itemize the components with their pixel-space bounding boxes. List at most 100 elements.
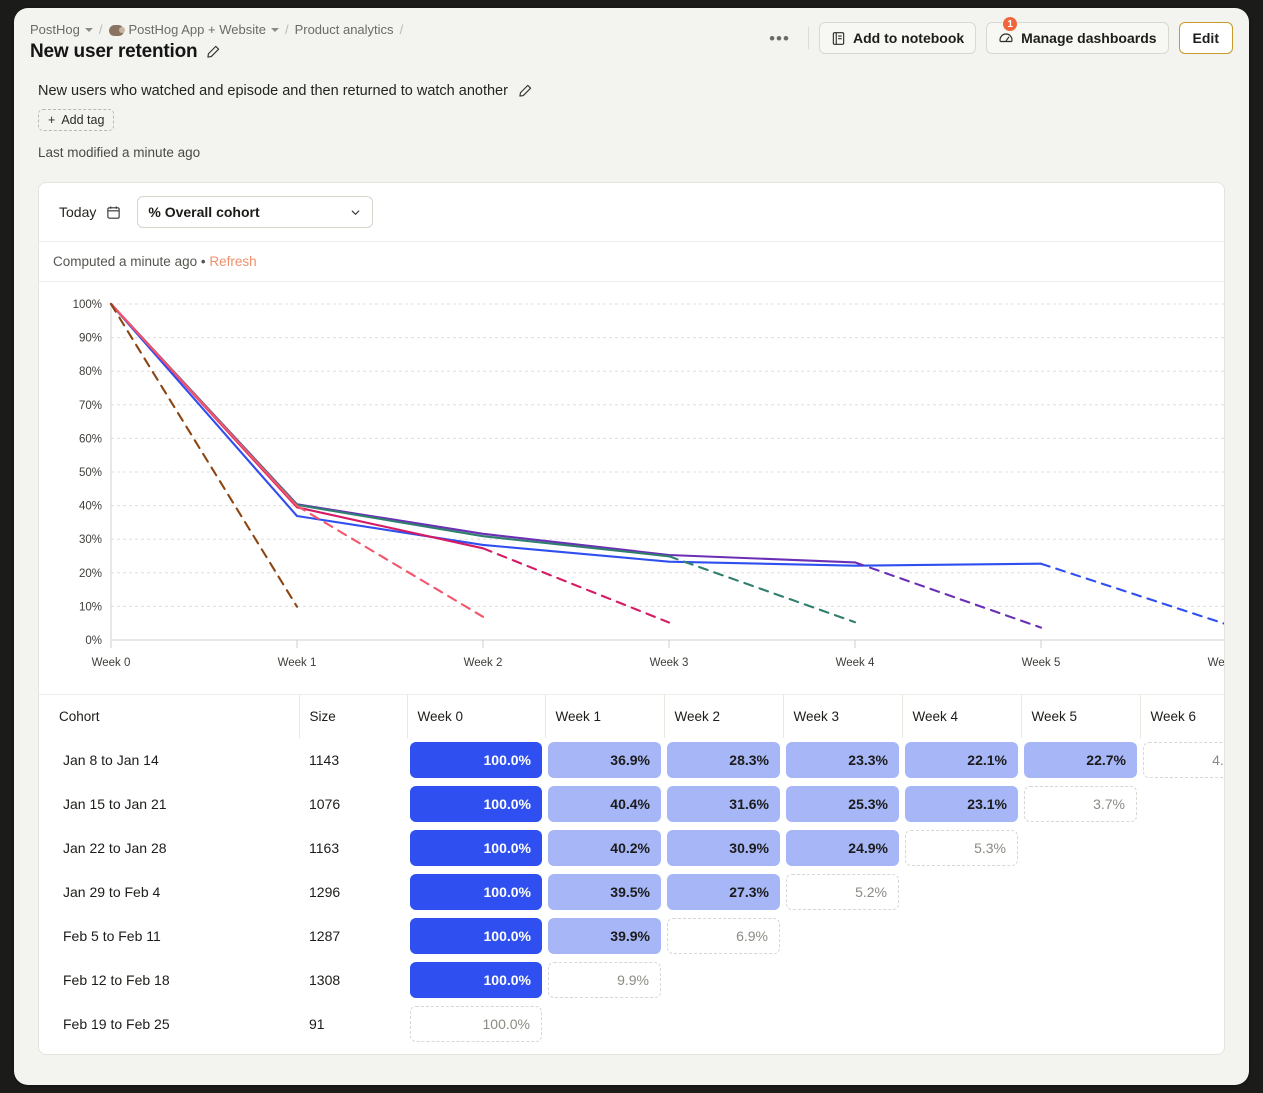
table-header-size[interactable]: Size <box>298 695 407 738</box>
retention-cell <box>1140 870 1224 914</box>
edit-title-pencil-icon[interactable] <box>206 45 220 59</box>
retention-value-w5 <box>1024 874 1137 910</box>
retention-cell <box>545 1002 664 1046</box>
y-axis-tick-label: 80% <box>79 366 102 378</box>
y-axis-tick-label: 40% <box>79 501 102 513</box>
retention-value-w3[interactable]: 5.2% <box>786 874 899 910</box>
insight-description: New users who watched and episode and th… <box>38 83 508 99</box>
retention-value-w3[interactable]: 25.3% <box>786 786 899 822</box>
retention-cell: 100.0% <box>407 782 545 826</box>
breadcrumb-item-3[interactable]: Product analytics <box>295 22 394 37</box>
retention-cell <box>1140 1002 1224 1046</box>
table-header-week-0[interactable]: Week 0 <box>406 695 545 738</box>
retention-value-w4 <box>905 1006 1018 1042</box>
plus-icon: + <box>48 113 56 127</box>
retention-value-w0[interactable]: 100.0% <box>410 830 542 866</box>
retention-value-w3[interactable]: 23.3% <box>786 742 899 778</box>
date-range-selector[interactable]: Today <box>53 204 127 220</box>
y-axis-tick-label: 0% <box>85 635 102 647</box>
cohort-size: 1296 <box>309 884 341 900</box>
retention-cell: 23.1% <box>902 782 1021 826</box>
cohort-size: 91 <box>309 1016 325 1032</box>
retention-value-w6 <box>1143 830 1224 866</box>
retention-value-w0[interactable]: 100.0% <box>410 1006 542 1042</box>
edit-button[interactable]: Edit <box>1178 22 1233 54</box>
hedgehog-icon <box>108 25 125 36</box>
y-axis-tick-label: 60% <box>79 433 102 445</box>
chevron-down-icon[interactable] <box>270 27 279 32</box>
retention-value-w0[interactable]: 100.0% <box>410 962 542 998</box>
add-tag-label: Add tag <box>61 113 105 127</box>
retention-value-w1[interactable]: 39.5% <box>548 874 661 910</box>
edit-description-pencil-icon[interactable] <box>518 84 532 98</box>
cohort-label: Jan 29 to Feb 4 <box>63 884 161 900</box>
retention-value-w2[interactable]: 6.9% <box>667 918 780 954</box>
x-axis-tick-label: Week 4 <box>836 657 875 669</box>
table-header-week-1[interactable]: Week 1 <box>544 695 664 738</box>
y-axis-tick-label: 100% <box>73 299 102 311</box>
table-header-week-3[interactable]: Week 3 <box>782 695 902 738</box>
table-body: Jan 8 to Jan 14 1143 100.0% 36.9% 28.3% 23.3%… <box>49 738 1224 1046</box>
breadcrumb-label: PostHog <box>30 22 80 37</box>
y-axis-tick-label: 10% <box>79 601 102 613</box>
retention-cell: 22.7% <box>1021 738 1140 782</box>
breadcrumb-separator: / <box>399 22 404 37</box>
header-actions: ••• Add to notebook 1 Manage dashboards … <box>761 16 1233 54</box>
retention-value-w1[interactable]: 9.9% <box>548 962 661 998</box>
retention-value-w2[interactable]: 31.6% <box>667 786 780 822</box>
retention-value-w5[interactable]: 3.7% <box>1024 786 1137 822</box>
retention-value-w6[interactable]: 4.6% <box>1143 742 1224 778</box>
breadcrumb-item-1[interactable]: PostHog <box>30 22 93 37</box>
retention-value-w0[interactable]: 100.0% <box>410 874 542 910</box>
retention-value-w1[interactable]: 39.9% <box>548 918 661 954</box>
add-to-notebook-button[interactable]: Add to notebook <box>818 22 977 54</box>
retention-cell: 9.9% <box>545 958 664 1002</box>
retention-value-w4[interactable]: 22.1% <box>905 742 1018 778</box>
retention-value-w0[interactable]: 100.0% <box>410 786 542 822</box>
breadcrumb-item-2[interactable]: PostHog App + Website <box>108 22 279 37</box>
retention-value-w1[interactable]: 40.2% <box>548 830 661 866</box>
retention-cell <box>1140 782 1224 826</box>
table-header-week-5[interactable]: Week 5 <box>1020 695 1140 738</box>
breadcrumb-separator: / <box>98 22 103 37</box>
insight-card: Today % Overall cohort Computed a minute… <box>38 182 1225 1055</box>
retention-value-w1[interactable]: 40.4% <box>548 786 661 822</box>
more-options-icon[interactable]: ••• <box>761 30 798 47</box>
retention-cell: 24.9% <box>783 826 902 870</box>
cohort-label: Feb 5 to Feb 11 <box>63 928 161 944</box>
retention-value-w2[interactable]: 27.3% <box>667 874 780 910</box>
x-axis-tick-label: Week 2 <box>464 657 503 669</box>
cohort-label: Jan 22 to Jan 28 <box>63 840 167 856</box>
retention-value-w5[interactable]: 22.7% <box>1024 742 1137 778</box>
table-header-week-6[interactable]: Week 6 <box>1139 695 1224 738</box>
retention-value-w0[interactable]: 100.0% <box>410 918 542 954</box>
dashboard-count-badge: 1 <box>1002 16 1019 32</box>
retention-value-w3 <box>786 1006 899 1042</box>
table-header-cohort[interactable]: Cohort <box>49 695 299 738</box>
series-line-1 <box>109 302 1043 567</box>
table-row: Jan 8 to Jan 14 1143 100.0% 36.9% 28.3% 23.3%… <box>49 738 1224 782</box>
retention-value-w0[interactable]: 100.0% <box>410 742 542 778</box>
add-tag-button[interactable]: + Add tag <box>38 109 115 131</box>
computed-status: Computed a minute ago • Refresh <box>39 242 1224 282</box>
retention-value-w2[interactable]: 28.3% <box>667 742 780 778</box>
series-line-4 <box>109 302 485 550</box>
retention-value-w2[interactable]: 30.9% <box>667 830 780 866</box>
retention-value-w4[interactable]: 23.1% <box>905 786 1018 822</box>
manage-dashboards-button[interactable]: 1 Manage dashboards <box>986 16 1169 54</box>
retention-value-w1[interactable]: 36.9% <box>548 742 661 778</box>
retention-cell <box>902 958 1021 1002</box>
y-axis-tick-label: 50% <box>79 467 102 479</box>
retention-value-w6 <box>1143 1006 1224 1042</box>
measure-select[interactable]: % Overall cohort <box>137 196 374 228</box>
table-header-week-4[interactable]: Week 4 <box>901 695 1021 738</box>
refresh-link[interactable]: Refresh <box>209 254 256 269</box>
table-header-week-2[interactable]: Week 2 <box>663 695 783 738</box>
x-axis-tick-label: Week 1 <box>278 657 317 669</box>
retention-value-w3[interactable]: 24.9% <box>786 830 899 866</box>
chevron-down-icon[interactable] <box>84 27 93 32</box>
retention-cell: 40.4% <box>545 782 664 826</box>
table-header-row: Cohort Size Week 0 Week 1 Week 2 Week 3 Week 4… <box>49 695 1224 738</box>
retention-value-w4[interactable]: 5.3% <box>905 830 1018 866</box>
retention-cell <box>1021 914 1140 958</box>
